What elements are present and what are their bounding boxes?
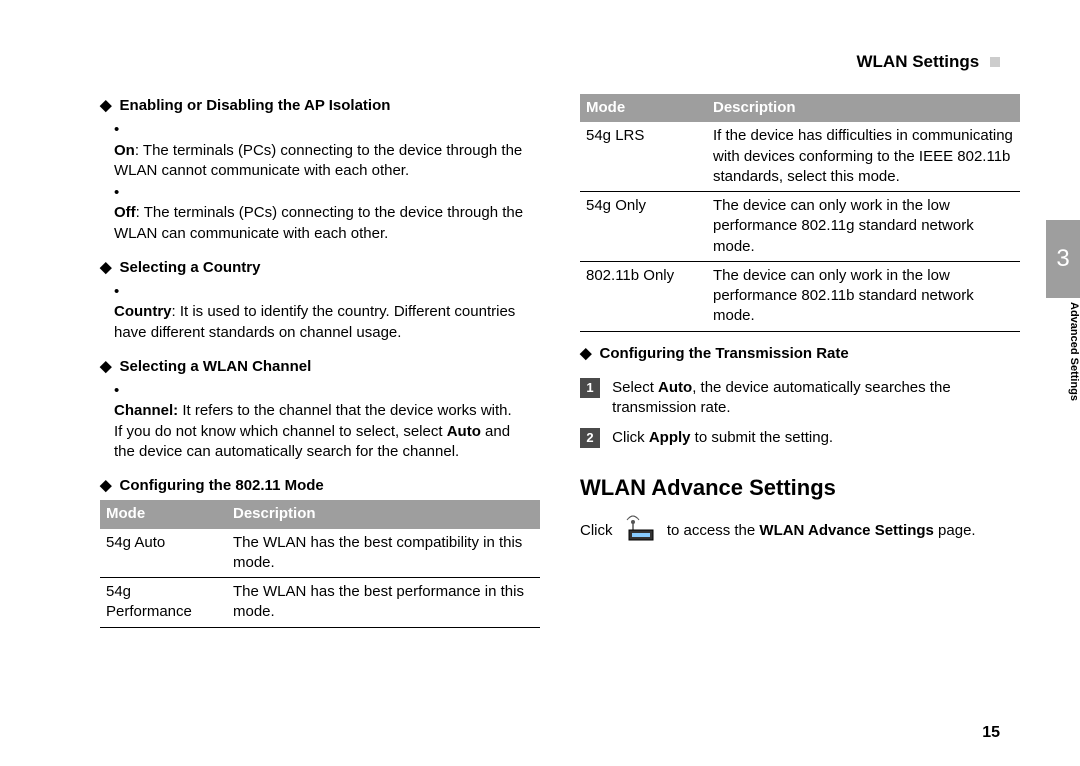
chapter-tab: 3 — [1046, 220, 1080, 298]
diamond-icon: ◆ — [580, 344, 592, 364]
diamond-icon: ◆ — [100, 476, 112, 496]
section-transmission-rate: ◆Configuring the Transmission Rate — [580, 344, 1020, 364]
table-row: 802.11b Only The device can only work in… — [580, 261, 1020, 331]
page-number: 15 — [982, 724, 1000, 742]
body-text: to access the — [667, 522, 760, 539]
diamond-icon: ◆ — [100, 258, 112, 278]
section-title: ◆Selecting a WLAN Channel — [100, 357, 540, 377]
section-ap-isolation: ◆Enabling or Disabling the AP Isolation … — [100, 96, 540, 244]
bullet-item: • Country: It is used to identify the co… — [114, 282, 540, 343]
table-header-row: Mode Description — [100, 500, 540, 528]
table-cell: The device can only work in the low perf… — [707, 192, 1020, 262]
header-marker-icon — [990, 57, 1000, 67]
table-cell: The WLAN has the best compatibility in t… — [227, 529, 540, 578]
body-text: Select Auto, the device automatically se… — [612, 378, 1012, 419]
bullet-item: • On: The terminals (PCs) connecting to … — [114, 120, 540, 181]
table-header: Mode — [100, 500, 227, 528]
step-number-badge: 2 — [580, 428, 600, 448]
table-row: 54g LRS If the device has difficulties i… — [580, 122, 1020, 191]
body-text: Click — [580, 522, 617, 539]
bullet-dot-icon: • — [114, 120, 128, 140]
mode-table-2: Mode Description 54g LRS If the device h… — [580, 94, 1020, 332]
table-row: 54g Only The device can only work in the… — [580, 192, 1020, 262]
table-cell: 802.11b Only — [580, 261, 707, 331]
table-header: Description — [707, 94, 1020, 122]
left-column: ◆Enabling or Disabling the AP Isolation … — [100, 90, 540, 642]
section-80211-mode: ◆Configuring the 802.11 Mode Mode Descri… — [100, 476, 540, 628]
access-paragraph: Click to access the WLAN Advance Setting… — [580, 514, 1020, 548]
bullet-dot-icon: • — [114, 183, 128, 203]
section-title: ◆Selecting a Country — [100, 258, 540, 278]
table-header: Description — [227, 500, 540, 528]
section-title: ◆Configuring the Transmission Rate — [580, 344, 1020, 364]
body-text: Off: The terminals (PCs) connecting to t… — [114, 203, 524, 244]
table-cell: The device can only work in the low perf… — [707, 261, 1020, 331]
table-cell: 54g LRS — [580, 122, 707, 191]
table-row: 54g Auto The WLAN has the best compatibi… — [100, 529, 540, 578]
body-text: On: The terminals (PCs) connecting to th… — [114, 141, 524, 182]
table-cell: 54g Auto — [100, 529, 227, 578]
diamond-icon: ◆ — [100, 357, 112, 377]
body-text-bold: WLAN Advance Settings — [759, 522, 933, 539]
document-page: WLAN Settings 3 Advanced Settings ◆Enabl… — [0, 0, 1080, 766]
section-title: ◆Enabling or Disabling the AP Isolation — [100, 96, 540, 116]
page-header: WLAN Settings — [856, 52, 1000, 72]
chapter-tab-label: Advanced Settings — [1046, 298, 1080, 432]
section-channel: ◆Selecting a WLAN Channel • Channel: It … — [100, 357, 540, 462]
step-2: 2 Click Apply to submit the setting. — [580, 428, 1020, 448]
body-text: Country: It is used to identify the coun… — [114, 302, 524, 343]
heading-wlan-advance: WLAN Advance Settings — [580, 473, 1020, 503]
table-row: 54g Performance The WLAN has the best pe… — [100, 578, 540, 628]
table-cell: The WLAN has the best performance in thi… — [227, 578, 540, 628]
table-cell: If the device has difficulties in commun… — [707, 122, 1020, 191]
table-cell: 54g Only — [580, 192, 707, 262]
body-text: page. — [934, 522, 976, 539]
section-title: ◆Configuring the 802.11 Mode — [100, 476, 540, 496]
diamond-icon: ◆ — [100, 96, 112, 116]
header-title: WLAN Settings — [856, 52, 979, 71]
router-icon — [623, 514, 657, 548]
table-header-row: Mode Description — [580, 94, 1020, 122]
body-text: Channel: It refers to the channel that t… — [114, 401, 524, 462]
bullet-dot-icon: • — [114, 282, 128, 302]
mode-table-1: Mode Description 54g Auto The WLAN has t… — [100, 500, 540, 627]
step-1: 1 Select Auto, the device automatically … — [580, 378, 1020, 419]
step-number-badge: 1 — [580, 378, 600, 398]
right-column: Mode Description 54g LRS If the device h… — [580, 90, 1020, 548]
bullet-item: • Channel: It refers to the channel that… — [114, 381, 540, 462]
table-cell: 54g Performance — [100, 578, 227, 628]
bullet-item: • Off: The terminals (PCs) connecting to… — [114, 183, 540, 244]
body-text: Click Apply to submit the setting. — [612, 428, 1012, 448]
section-country: ◆Selecting a Country • Country: It is us… — [100, 258, 540, 343]
bullet-dot-icon: • — [114, 381, 128, 401]
table-header: Mode — [580, 94, 707, 122]
